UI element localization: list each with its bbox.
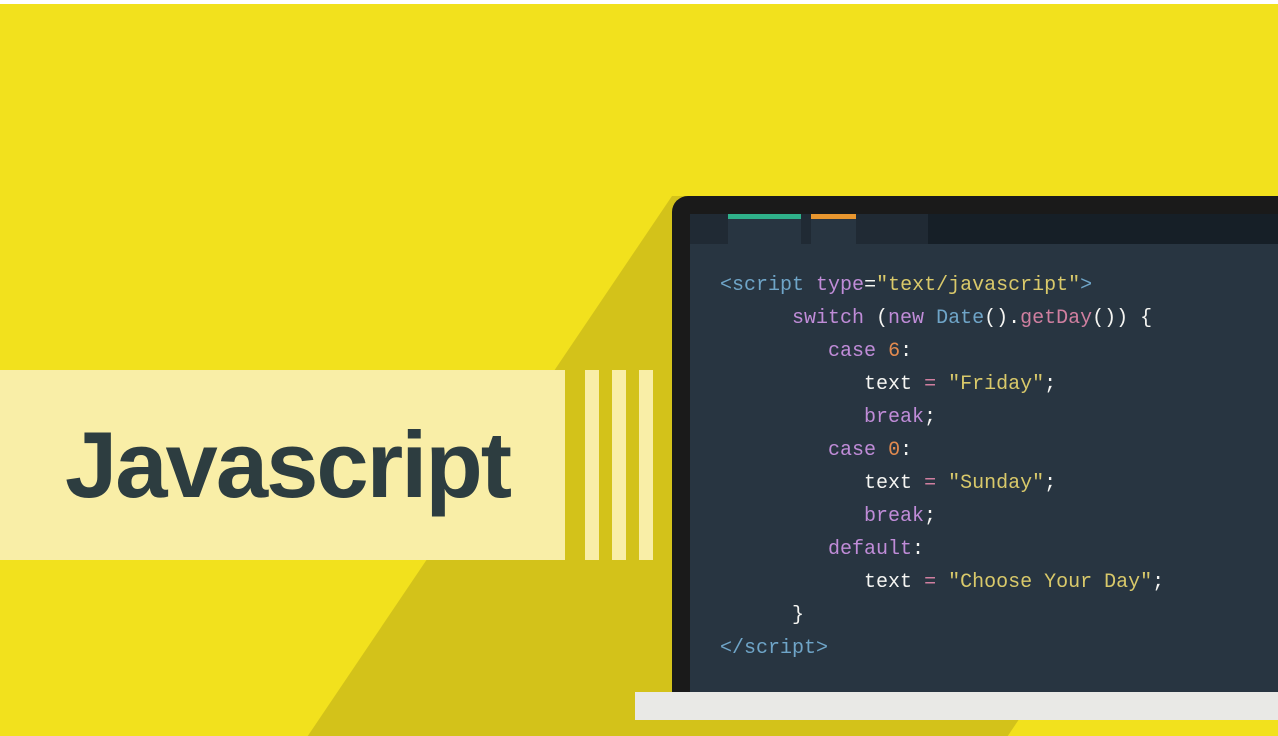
- code-token: :: [912, 538, 924, 561]
- code-token: :: [900, 340, 912, 363]
- code-token: ()) {: [1092, 307, 1152, 330]
- laptop-bezel: <script type="text/javascript"> switch (…: [672, 196, 1278, 696]
- code-token: text: [864, 373, 912, 396]
- top-edge: [0, 0, 1278, 4]
- code-token: =: [924, 373, 936, 396]
- code-token: ;: [924, 406, 936, 429]
- code-token: [912, 571, 924, 594]
- code-token: [912, 373, 924, 396]
- code-token: getDay: [1020, 307, 1092, 330]
- code-token: script: [744, 637, 816, 660]
- code-token: [876, 439, 888, 462]
- code-token: "Sunday": [948, 472, 1044, 495]
- decorative-stripe: [612, 370, 626, 560]
- code-token: case: [828, 439, 876, 462]
- code-token: text: [864, 472, 912, 495]
- code-token: "Friday": [948, 373, 1044, 396]
- code-token: script: [732, 274, 804, 297]
- title-banner: Javascript: [0, 370, 565, 560]
- laptop: <script type="text/javascript"> switch (…: [672, 196, 1278, 736]
- code-token: text: [864, 571, 912, 594]
- code-token: "text/javascript": [876, 274, 1080, 297]
- code-token: <: [720, 274, 732, 297]
- code-token: [924, 307, 936, 330]
- laptop-base: [635, 692, 1278, 720]
- code-token: switch: [792, 307, 864, 330]
- code-block: <script type="text/javascript"> switch (…: [720, 269, 1164, 665]
- code-token: ;: [1044, 373, 1056, 396]
- code-token: Date: [936, 307, 984, 330]
- code-token: [876, 340, 888, 363]
- code-token: =: [864, 274, 876, 297]
- code-token: [936, 373, 948, 396]
- code-token: ;: [1152, 571, 1164, 594]
- code-token: [936, 571, 948, 594]
- code-token: >: [1080, 274, 1092, 297]
- code-token: "Choose Your Day": [948, 571, 1152, 594]
- code-token: break: [864, 406, 924, 429]
- code-token: new: [888, 307, 924, 330]
- code-token: [804, 274, 816, 297]
- page-title: Javascript: [65, 411, 510, 519]
- code-token: ().: [984, 307, 1020, 330]
- code-token: break: [864, 505, 924, 528]
- code-token: =: [924, 472, 936, 495]
- code-token: =: [924, 571, 936, 594]
- code-token: [912, 472, 924, 495]
- code-token: default: [828, 538, 912, 561]
- laptop-screen: <script type="text/javascript"> switch (…: [690, 214, 1278, 696]
- code-token: </: [720, 637, 744, 660]
- code-token: 6: [888, 340, 900, 363]
- code-token: [936, 472, 948, 495]
- editor-tabbar: [690, 214, 1278, 244]
- decorative-stripe: [639, 370, 653, 560]
- code-token: ;: [1044, 472, 1056, 495]
- editor-tab: [728, 214, 801, 244]
- code-token: :: [900, 439, 912, 462]
- code-token: ;: [924, 505, 936, 528]
- code-token: 0: [888, 439, 900, 462]
- code-token: case: [828, 340, 876, 363]
- code-token: type: [816, 274, 864, 297]
- code-token: >: [816, 637, 828, 660]
- editor-tab: [811, 214, 856, 244]
- decorative-stripe: [585, 370, 599, 560]
- code-token: }: [792, 604, 804, 627]
- editor-tab: [928, 214, 1278, 244]
- code-token: (: [864, 307, 888, 330]
